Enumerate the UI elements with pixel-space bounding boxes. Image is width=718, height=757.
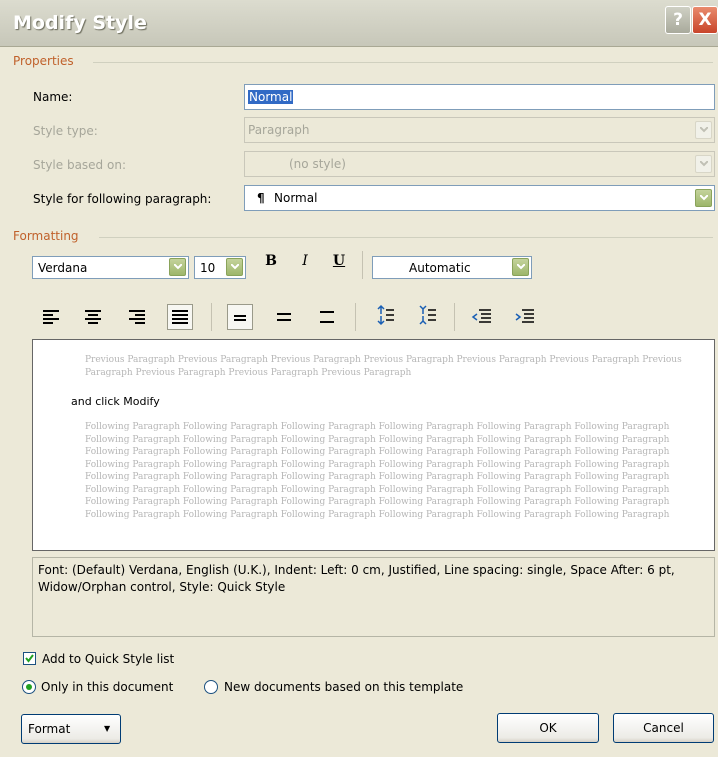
bold-button[interactable]: B xyxy=(263,253,279,269)
following-dropdown[interactable]: ¶ Normal xyxy=(244,185,715,211)
dialog-title: Modify Style xyxy=(13,12,147,34)
style-type-label: Style type: xyxy=(33,124,98,138)
chevron-down-icon xyxy=(695,189,712,207)
based-on-value: (no style) xyxy=(289,157,346,171)
align-center-icon[interactable] xyxy=(80,304,106,330)
only-this-document-label: Only in this document xyxy=(41,680,174,694)
triangle-down-icon: ▼ xyxy=(104,724,111,733)
decrease-paragraph-spacing-icon[interactable] xyxy=(414,304,440,330)
new-documents-label: New documents based on this template xyxy=(224,680,464,694)
name-value: Normal xyxy=(248,90,294,104)
one-half-spacing-icon[interactable] xyxy=(271,304,297,330)
italic-button[interactable]: I xyxy=(297,253,313,269)
format-button[interactable]: Format ▼ xyxy=(21,714,121,744)
properties-group: Properties xyxy=(13,54,713,68)
based-on-label: Style based on: xyxy=(33,158,126,172)
quick-style-label: Add to Quick Style list xyxy=(42,652,175,666)
increase-indent-icon[interactable] xyxy=(512,304,538,330)
formatting-group: Formatting xyxy=(13,229,713,243)
style-type-value: Paragraph xyxy=(248,123,310,137)
font-value: Verdana xyxy=(38,261,88,275)
properties-group-label: Properties xyxy=(13,54,74,68)
following-value: Normal xyxy=(274,191,318,205)
title-bar: Modify Style ? X xyxy=(0,0,718,47)
new-documents-radio[interactable] xyxy=(204,680,218,694)
single-spacing-icon[interactable] xyxy=(227,304,253,330)
font-dropdown[interactable]: Verdana xyxy=(32,256,189,279)
font-size-dropdown[interactable]: 10 xyxy=(194,256,246,279)
name-label: Name: xyxy=(33,90,73,104)
style-preview: Previous Paragraph Previous Paragraph Pr… xyxy=(32,339,715,551)
format-button-label: Format xyxy=(28,722,71,736)
only-this-document-radio[interactable] xyxy=(22,680,36,694)
help-button[interactable]: ? xyxy=(665,6,691,34)
toolbar-separator xyxy=(211,303,212,331)
double-spacing-icon[interactable] xyxy=(314,304,340,330)
preview-following-paragraph: Following Paragraph Following Paragraph … xyxy=(85,422,670,520)
align-left-icon[interactable] xyxy=(38,304,64,330)
font-size-value: 10 xyxy=(200,261,216,275)
pilcrow-icon: ¶ xyxy=(257,191,265,205)
name-field[interactable]: Normal xyxy=(244,84,715,110)
decrease-indent-icon[interactable] xyxy=(469,304,495,330)
formatting-group-label: Formatting xyxy=(13,229,79,243)
checkmark-icon xyxy=(25,654,34,663)
underline-button[interactable]: U xyxy=(331,253,347,269)
chevron-down-icon xyxy=(695,121,712,139)
preview-previous-paragraph: Previous Paragraph Previous Paragraph Pr… xyxy=(85,355,682,378)
style-description: Font: (Default) Verdana, English (U.K.),… xyxy=(32,557,715,637)
toolbar-separator xyxy=(362,251,363,279)
based-on-dropdown[interactable]: (no style) xyxy=(244,151,715,177)
increase-paragraph-spacing-icon[interactable] xyxy=(372,304,398,330)
close-button[interactable]: X xyxy=(692,6,718,34)
quick-style-checkbox[interactable] xyxy=(23,652,36,665)
chevron-down-icon xyxy=(512,258,529,276)
ok-button[interactable]: OK xyxy=(497,713,599,743)
toolbar-separator xyxy=(355,303,356,331)
chevron-down-icon xyxy=(695,155,712,173)
font-color-value: Automatic xyxy=(409,261,471,275)
following-label: Style for following paragraph: xyxy=(33,192,212,206)
cancel-button[interactable]: Cancel xyxy=(613,713,714,743)
align-right-icon[interactable] xyxy=(124,304,150,330)
preview-sample-text: and click Modify xyxy=(71,395,160,408)
toolbar-separator xyxy=(454,303,455,331)
justify-icon[interactable] xyxy=(167,304,193,330)
style-type-dropdown[interactable]: Paragraph xyxy=(244,117,715,143)
chevron-down-icon xyxy=(226,258,243,276)
chevron-down-icon xyxy=(169,258,186,276)
font-color-dropdown[interactable]: Automatic xyxy=(372,256,532,279)
